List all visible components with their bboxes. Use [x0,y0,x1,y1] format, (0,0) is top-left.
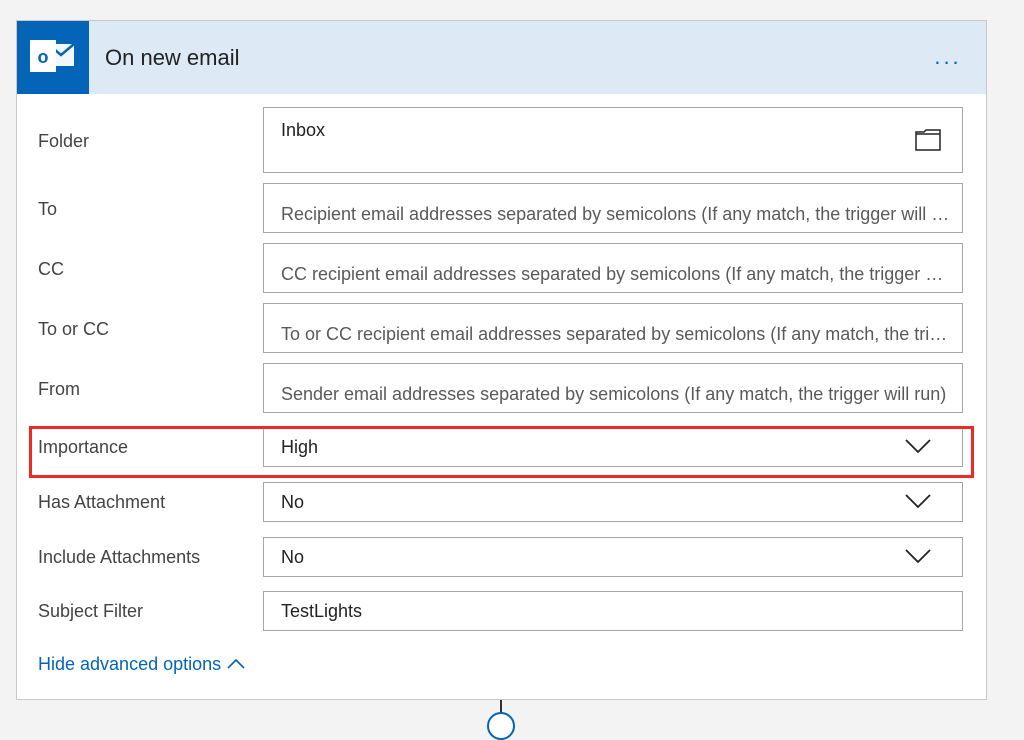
to-label: To [38,199,58,219]
cc-placeholder: CC recipient email addresses separated b… [281,264,952,284]
cc-label: CC [38,259,64,279]
cc-input[interactable]: CC recipient email addresses separated b… [263,243,963,293]
hide-advanced-options-label: Hide advanced options [38,654,222,674]
from-label: From [38,379,80,399]
has-attachment-value: No [281,492,305,512]
chevron-up-icon [227,658,245,669]
to-placeholder: Recipient email addresses separated by s… [281,204,952,224]
to-or-cc-placeholder: To or CC recipient email addresses separ… [281,324,952,344]
outlook-icon: o [17,21,89,94]
has-attachment-label: Has Attachment [38,492,166,512]
to-or-cc-input[interactable]: To or CC recipient email addresses separ… [263,303,963,353]
importance-select[interactable]: High [263,427,963,467]
include-attachments-select[interactable]: No [263,537,963,577]
add-step-button[interactable] [487,712,515,740]
subject-filter-input[interactable]: TestLights [263,591,963,631]
has-attachment-select[interactable]: No [263,482,963,522]
chevron-down-icon[interactable] [904,438,932,459]
chevron-down-icon[interactable] [904,493,932,514]
from-placeholder: Sender email addresses separated by semi… [281,384,947,404]
to-or-cc-label: To or CC [38,319,110,339]
folder-field[interactable]: Inbox [263,107,963,173]
folder-icon[interactable] [915,129,941,156]
importance-label: Importance [38,437,129,457]
subject-filter-value: TestLights [281,601,363,621]
importance-value: High [281,437,319,457]
svg-text:o: o [38,47,49,67]
include-attachments-label: Include Attachments [38,547,201,567]
chevron-down-icon[interactable] [904,548,932,569]
subject-filter-label: Subject Filter [38,601,144,621]
folder-value: Inbox [281,120,326,140]
include-attachments-value: No [281,547,305,567]
hide-advanced-options-link[interactable]: Hide advanced options [38,654,245,675]
more-options-button[interactable]: ... [923,39,973,75]
folder-label: Folder [38,131,90,151]
trigger-card: o On new email ... Folder Inbox To Recip… [16,20,987,700]
card-title: On new email [105,45,240,70]
card-header[interactable]: o On new email ... [17,21,986,94]
from-input[interactable]: Sender email addresses separated by semi… [263,363,963,413]
to-input[interactable]: Recipient email addresses separated by s… [263,183,963,233]
